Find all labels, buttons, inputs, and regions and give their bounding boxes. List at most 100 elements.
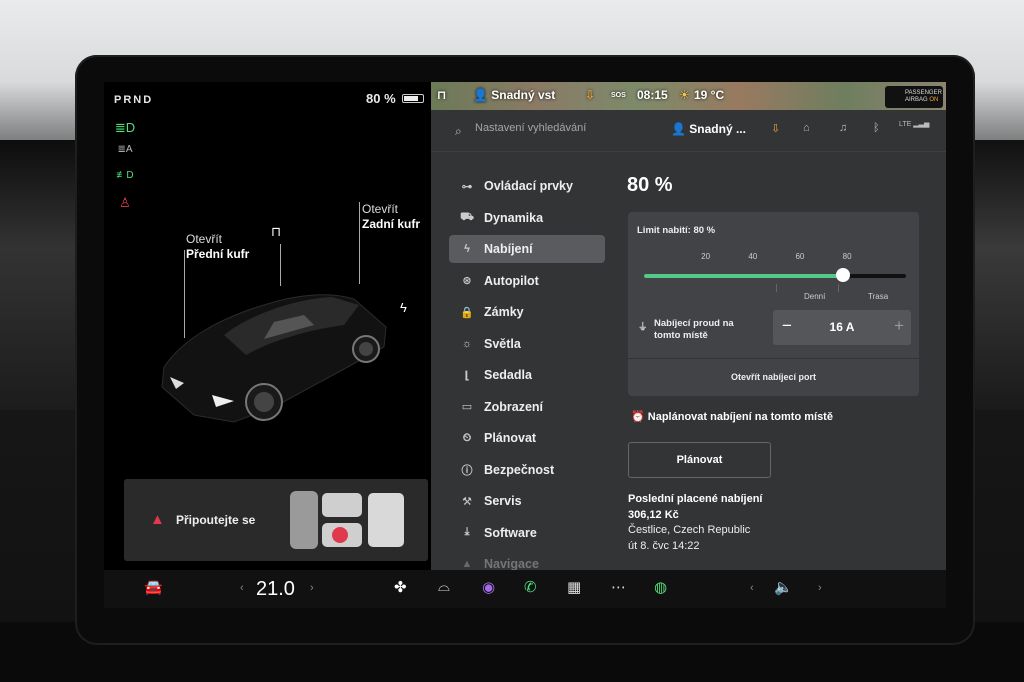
seatbelt-warning-icon: ♙	[119, 195, 131, 210]
slider-tick-20: 20	[701, 252, 711, 261]
cabin-temperature[interactable]: 21.0	[256, 578, 295, 601]
steering-wheel-icon: ⊛	[462, 275, 472, 287]
menu-item-7[interactable]: ▭ Zobrazení	[449, 393, 605, 421]
menu-item-label: Zobrazení	[484, 399, 544, 414]
bell-icon[interactable]: ♫	[839, 122, 847, 134]
alarm-icon: ⏰	[631, 411, 645, 423]
more-apps-icon[interactable]: ⋯	[611, 578, 626, 596]
menu-item-6[interactable]: ⌊ Sedadla	[449, 361, 605, 389]
front-trunk-button[interactable]: Otevřít Přední kufr	[186, 232, 249, 262]
rear-trunk-line1: Otevřít	[362, 202, 399, 216]
settings-menu: ⊶ Ovládací prvky ⛟ Dynamika ϟ Nabíjení ⊛ Autopi…	[449, 172, 605, 570]
temp-down-chevron[interactable]: ‹	[240, 582, 244, 594]
passenger-airbag-indicator: PASSENGER AIRBAG ON	[885, 86, 943, 108]
garage-icon[interactable]: ⌂	[803, 122, 810, 134]
nav-icon: ▲	[461, 558, 473, 570]
battery-indicator: 80 %	[366, 91, 424, 106]
menu-item-label: Bezpečnost	[484, 462, 555, 477]
slider-tick-80: 80	[842, 252, 852, 261]
charge-current-line2: tomto místě	[654, 330, 708, 341]
charging-content: 80 % Limit nabití: 80 % 20 40 60 80 Denní T…	[627, 174, 927, 552]
toggle-icon: ⊶	[461, 180, 473, 193]
last-charging-date: út 8. čvc 14:22	[628, 539, 700, 552]
download-icon[interactable]: ⇩	[771, 122, 780, 135]
lock-status-icon: ⊓	[437, 88, 447, 102]
menu-item-9[interactable]: ⓘ Bezpečnost	[449, 456, 605, 484]
auto-headlight-icon: ≣A	[117, 144, 133, 155]
menu-item-0[interactable]: ⊶ Ovládací prvky	[449, 172, 605, 200]
menu-item-5[interactable]: ☼ Světla	[449, 330, 605, 358]
weather-sun-icon: ☀	[679, 88, 690, 102]
charge-percent-title: 80 %	[627, 174, 673, 196]
open-charge-port-button[interactable]: Otevřít nabíjecí port	[628, 358, 919, 396]
car-icon[interactable]: 🚘	[144, 578, 163, 596]
charge-current-line1: Nabíjecí proud na	[654, 318, 734, 329]
menu-item-11[interactable]: ⤓ Software	[449, 519, 605, 547]
volume-down-chevron[interactable]: ‹	[750, 582, 754, 594]
seat-icon: ⌊	[464, 369, 470, 382]
spotify-icon[interactable]: ◍	[654, 578, 667, 596]
menu-item-label: Nabíjení	[484, 242, 533, 256]
zone-divider-left	[776, 284, 777, 292]
outside-temperature: 19 °C	[694, 88, 725, 102]
menu-item-label: Navigace	[484, 557, 539, 570]
menu-item-1[interactable]: ⛟ Dynamika	[449, 204, 605, 232]
schedule-button[interactable]: Plánovat	[628, 442, 771, 478]
unlock-icon[interactable]: ⊓	[271, 224, 281, 240]
menu-item-12[interactable]: ▲ Navigace	[449, 550, 605, 570]
car-model-image	[161, 294, 387, 423]
menu-item-label: Dynamika	[484, 210, 544, 225]
lte-signal-icon: LTE ▂▃▅	[899, 121, 930, 128]
charge-port-icon[interactable]: ϟ	[400, 300, 407, 315]
front-trunk-line1: Otevřít	[186, 232, 223, 246]
airbag-state: ON	[929, 97, 939, 103]
bluetooth-icon[interactable]: ᛒ	[873, 122, 880, 134]
calendar-icon[interactable]: ▦	[567, 578, 581, 596]
last-charging-title: Poslední placené nabíjení	[628, 493, 763, 505]
volume-icon[interactable]: 🔈	[774, 578, 793, 596]
lock-icon: 🔒	[460, 306, 474, 319]
volume-up-chevron[interactable]: ›	[818, 582, 822, 594]
menu-item-label: Světla	[484, 336, 521, 351]
menu-item-3[interactable]: ⊛ Autopilot	[449, 267, 605, 295]
bottom-bar: 🚘 ‹ 21.0 › ✤ ⌓ ◉ ✆ ▦ ⋯ ◍ ‹ 🔈 ›	[104, 570, 946, 608]
phone-icon[interactable]: ✆	[524, 578, 537, 596]
menu-item-10[interactable]: ⚒ Servis	[449, 487, 605, 515]
seatbelt-warning-text: Připoutejte se	[176, 513, 256, 527]
menu-item-label: Zámky	[484, 305, 524, 319]
menu-item-4[interactable]: 🔒 Zámky	[449, 298, 605, 326]
charge-limit-slider[interactable]	[644, 268, 906, 282]
schedule-title: ⏰ Naplánovat nabíjení na tomto místě	[631, 410, 833, 423]
car-icon: ⛟	[460, 210, 474, 223]
wrench-icon: ⚒	[462, 495, 472, 508]
charge-limit-card: Limit nabití: 80 % 20 40 60 80 Denní Trasa …	[628, 212, 919, 396]
menu-item-8[interactable]: ⏲ Plánovat	[449, 424, 605, 452]
camera-icon[interactable]: ◉	[482, 578, 495, 596]
fog-light-icon: ≢D	[116, 170, 134, 181]
info-icon: ⓘ	[461, 464, 473, 477]
temp-up-chevron[interactable]: ›	[310, 582, 314, 594]
airbag-line1: PASSENGER	[905, 90, 942, 96]
download-strip-icon: ⇩	[585, 88, 596, 102]
sos-label: SOS	[611, 92, 626, 99]
slider-thumb[interactable]	[835, 268, 850, 282]
profile-button[interactable]: 👤 Snadný ...	[671, 122, 746, 136]
menu-item-label: Sedadla	[484, 368, 532, 382]
slider-tick-60: 60	[795, 252, 805, 261]
menu-item-label: Autopilot	[484, 273, 539, 288]
sun-icon: ☼	[461, 337, 473, 350]
bolt-icon: ϟ	[464, 243, 470, 255]
zone-daily-label: Denní	[804, 292, 826, 301]
seatbelt-warning-card: ▲ Připoutejte se	[124, 479, 428, 561]
menu-item-label: Servis	[484, 494, 522, 508]
menu-item-2[interactable]: ϟ Nabíjení	[449, 235, 605, 263]
settings-search-input[interactable]	[475, 122, 645, 134]
search-icon: ⌕	[455, 124, 462, 138]
increase-current-button[interactable]: +	[894, 316, 904, 336]
map-strip[interactable]: ⊓ 👤 Snadný vst ⇩ SOS 08:15 ☀ 19 °C PASSE…	[431, 82, 946, 110]
last-paid-charging: Poslední placené nabíjení 306,12 Kč Čest…	[628, 492, 762, 554]
rear-trunk-button[interactable]: Otevřít Zadní kufr	[362, 202, 420, 232]
windshield-defrost-icon[interactable]: ⌓	[438, 578, 450, 595]
touchscreen: PRND 80 % ≣D ≣A ≢D ♙ Otevřít Přední kufr…	[104, 82, 946, 570]
fan-icon[interactable]: ✤	[394, 578, 407, 596]
